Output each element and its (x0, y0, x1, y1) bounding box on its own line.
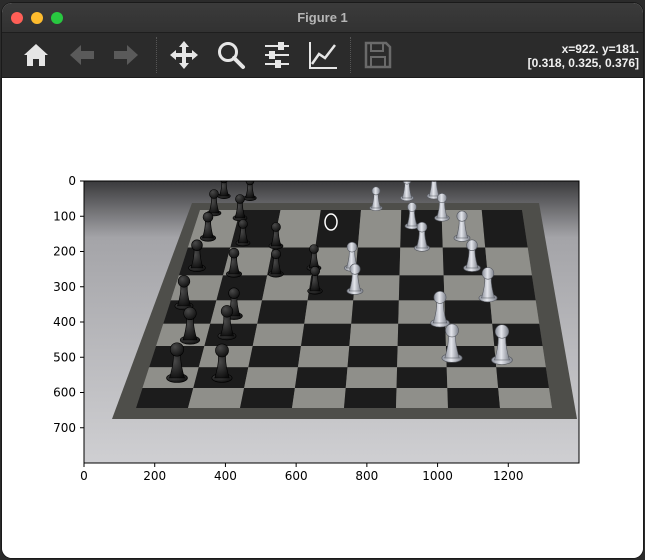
board-square (399, 247, 444, 276)
save-button[interactable] (362, 39, 394, 71)
board-square (344, 387, 397, 408)
board-square (315, 210, 361, 248)
y-tick-label: 700 (53, 421, 76, 435)
zoom-button[interactable] (215, 39, 247, 71)
chessboard-photo (84, 181, 579, 463)
board-square (301, 323, 352, 346)
board-square (347, 345, 398, 368)
home-button[interactable] (20, 39, 52, 71)
board-square (490, 300, 540, 324)
window-title: Figure 1 (297, 10, 348, 25)
home-icon (24, 44, 48, 66)
move-icon (170, 41, 198, 69)
cursor-coordinates: x=922. y=181. [0.318, 0.325, 0.376] (528, 42, 639, 70)
cursor-xy-readout: x=922. y=181. (561, 42, 639, 56)
board-square (292, 387, 346, 408)
board-square (442, 247, 488, 276)
x-tick-label: 800 (355, 469, 378, 483)
magnifier-icon (218, 42, 245, 69)
x-axis: 0 200 400 600 800 1000 1200 (80, 463, 524, 483)
y-tick-label: 200 (53, 245, 76, 259)
board-square (345, 367, 398, 388)
arrow-right-icon (114, 45, 138, 65)
board-square (397, 345, 447, 368)
board-square (444, 300, 493, 324)
board-square (396, 387, 448, 408)
y-tick-label: 400 (53, 315, 76, 329)
axes[interactable]: 0 200 400 600 800 1000 1200 0 100 200 300 400 500 60… (2, 78, 643, 558)
navigation-toolbar: x=922. y=181. [0.318, 0.325, 0.376] (2, 33, 643, 78)
forward-button[interactable] (110, 39, 142, 71)
board-square (447, 387, 500, 408)
line-chart-icon (309, 42, 337, 69)
board-square (136, 387, 194, 408)
x-tick-label: 1200 (493, 469, 524, 483)
y-tick-label: 100 (53, 209, 76, 223)
board-square (248, 345, 302, 368)
cursor-pixel-value: [0.318, 0.325, 0.376] (527, 56, 639, 70)
y-tick-label: 300 (53, 280, 76, 294)
y-tick-label: 600 (53, 386, 76, 400)
title-bar: Figure 1 (2, 3, 643, 33)
figure-window: Figure 1 x=922. y=181. [0.318, 0.325, 0.… (2, 3, 643, 558)
board-square (357, 210, 402, 248)
board-square (178, 247, 231, 276)
floppy-disk-icon (364, 41, 392, 69)
board-square (244, 367, 298, 388)
board-square (481, 210, 528, 248)
board-square (496, 367, 549, 388)
sliders-icon (265, 42, 289, 68)
configure-subplots-button[interactable] (261, 39, 293, 71)
pan-button[interactable] (168, 39, 200, 71)
toolbar-separator (156, 37, 157, 73)
x-tick-label: 400 (214, 469, 237, 483)
board-square (297, 345, 350, 368)
board-square (188, 387, 245, 408)
x-tick-label: 600 (285, 469, 308, 483)
toolbar-separator (350, 37, 351, 73)
board-square (216, 275, 268, 301)
board-square (294, 367, 348, 388)
board-square (353, 275, 400, 301)
board-square (252, 323, 305, 346)
back-button[interactable] (66, 39, 98, 71)
y-axis: 0 100 200 300 400 500 600 700 (53, 174, 84, 435)
figure-canvas[interactable]: 0 200 400 600 800 1000 1200 0 100 200 300 400 500 60… (2, 78, 643, 558)
board-square (349, 323, 399, 346)
edit-axis-button[interactable] (307, 39, 339, 71)
board-square (257, 300, 308, 324)
board-square (304, 300, 354, 324)
board-square (498, 387, 552, 408)
board-square (355, 247, 401, 276)
board-square (240, 387, 295, 408)
board-square (396, 367, 448, 388)
arrow-left-icon (70, 45, 94, 65)
y-tick-label: 0 (68, 174, 76, 188)
board-square (351, 300, 399, 324)
y-tick-label: 500 (53, 350, 76, 364)
board-square (262, 275, 312, 301)
x-tick-label: 200 (143, 469, 166, 483)
x-tick-label: 1000 (422, 469, 453, 483)
x-tick-label: 0 (80, 469, 88, 483)
board-square (446, 367, 499, 388)
